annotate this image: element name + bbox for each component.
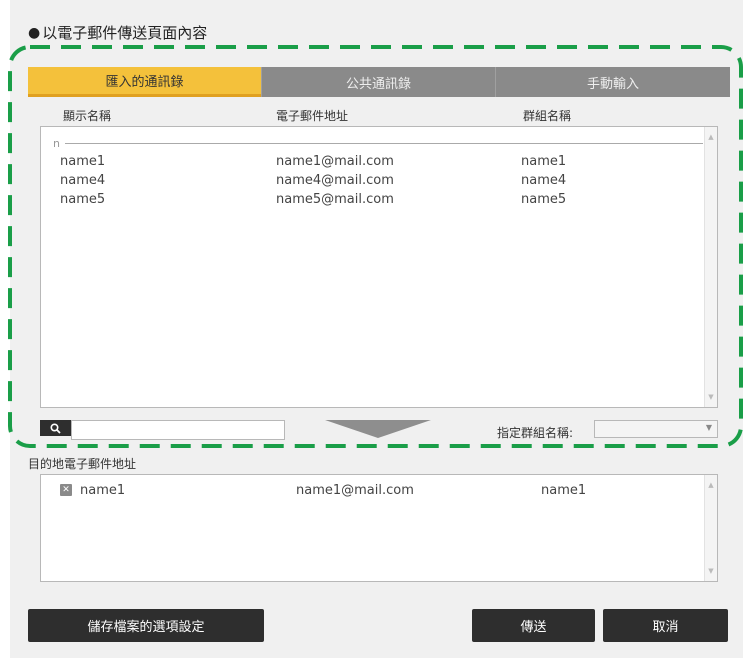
- list-item-name: name1: [60, 154, 106, 169]
- column-headers: 顯示名稱 電子郵件地址 群組名稱: [0, 107, 744, 125]
- search-button[interactable]: [40, 420, 71, 436]
- list-item-group: name5: [521, 192, 567, 207]
- remove-icon[interactable]: ✕: [60, 484, 72, 496]
- scroll-down-icon[interactable]: ▼: [707, 393, 715, 401]
- divider: [64, 142, 703, 144]
- group-filter-label: 指定群組名稱:: [497, 426, 574, 440]
- add-to-destination-arrow-icon[interactable]: [325, 420, 431, 438]
- group-index-letter: n: [53, 136, 60, 150]
- list-item-email: name5@mail.com: [276, 192, 394, 207]
- search-row: 指定群組名稱: ▼: [0, 420, 744, 440]
- section-title: ● 以電子郵件傳送頁面內容: [28, 22, 207, 43]
- list-item[interactable]: name1 name1@mail.com name1: [41, 154, 701, 172]
- chevron-down-icon: ▼: [705, 423, 712, 432]
- list-item-group: name4: [521, 173, 567, 188]
- address-list[interactable]: n name1 name1@mail.com name1 name4 name4…: [40, 126, 718, 408]
- cancel-button[interactable]: 取消: [603, 609, 728, 642]
- list-item-name: name5: [60, 192, 106, 207]
- destination-item-name: name1: [80, 483, 126, 498]
- send-button[interactable]: 傳送: [472, 609, 595, 642]
- group-filter-select[interactable]: ▼: [594, 420, 718, 438]
- column-header-group[interactable]: 群組名稱: [523, 107, 571, 124]
- column-header-email[interactable]: 電子郵件地址: [276, 107, 348, 124]
- tab-public-contacts[interactable]: 公共通訊錄: [261, 67, 495, 97]
- destination-item-group: name1: [541, 483, 587, 498]
- save-settings-button[interactable]: 儲存檔案的選項設定: [28, 609, 264, 642]
- group-index-separator: n: [53, 135, 703, 151]
- tab-imported-contacts[interactable]: 匯入的通訊錄: [28, 67, 261, 97]
- list-item[interactable]: name4 name4@mail.com name4: [41, 173, 701, 191]
- scroll-up-icon[interactable]: ▲: [707, 481, 715, 489]
- list-scrollbar[interactable]: ▲ ▼: [704, 127, 717, 407]
- list-item-name: name4: [60, 173, 106, 188]
- list-item-email: name4@mail.com: [276, 173, 394, 188]
- list-item-group: name1: [521, 154, 567, 169]
- destination-label: 目的地電子郵件地址: [28, 457, 137, 471]
- list-item[interactable]: name5 name5@mail.com name5: [41, 192, 701, 210]
- destination-item-email: name1@mail.com: [296, 483, 414, 498]
- scroll-up-icon[interactable]: ▲: [707, 133, 715, 141]
- tab-manual-entry[interactable]: 手動輸入: [495, 67, 730, 97]
- destination-item[interactable]: ✕ name1 name1@mail.com name1: [41, 483, 701, 501]
- tab-bar: 匯入的通訊錄 公共通訊錄 手動輸入: [28, 67, 730, 97]
- search-input[interactable]: [71, 420, 285, 440]
- destination-list[interactable]: ✕ name1 name1@mail.com name1 ▲ ▼: [40, 474, 718, 582]
- destination-scrollbar[interactable]: ▲ ▼: [704, 475, 717, 581]
- section-title-text: 以電子郵件傳送頁面內容: [42, 24, 208, 42]
- list-item-email: name1@mail.com: [276, 154, 394, 169]
- bullet-icon: ●: [28, 24, 41, 41]
- column-header-name[interactable]: 顯示名稱: [63, 107, 111, 124]
- scroll-down-icon[interactable]: ▼: [707, 567, 715, 575]
- search-icon: [50, 422, 61, 434]
